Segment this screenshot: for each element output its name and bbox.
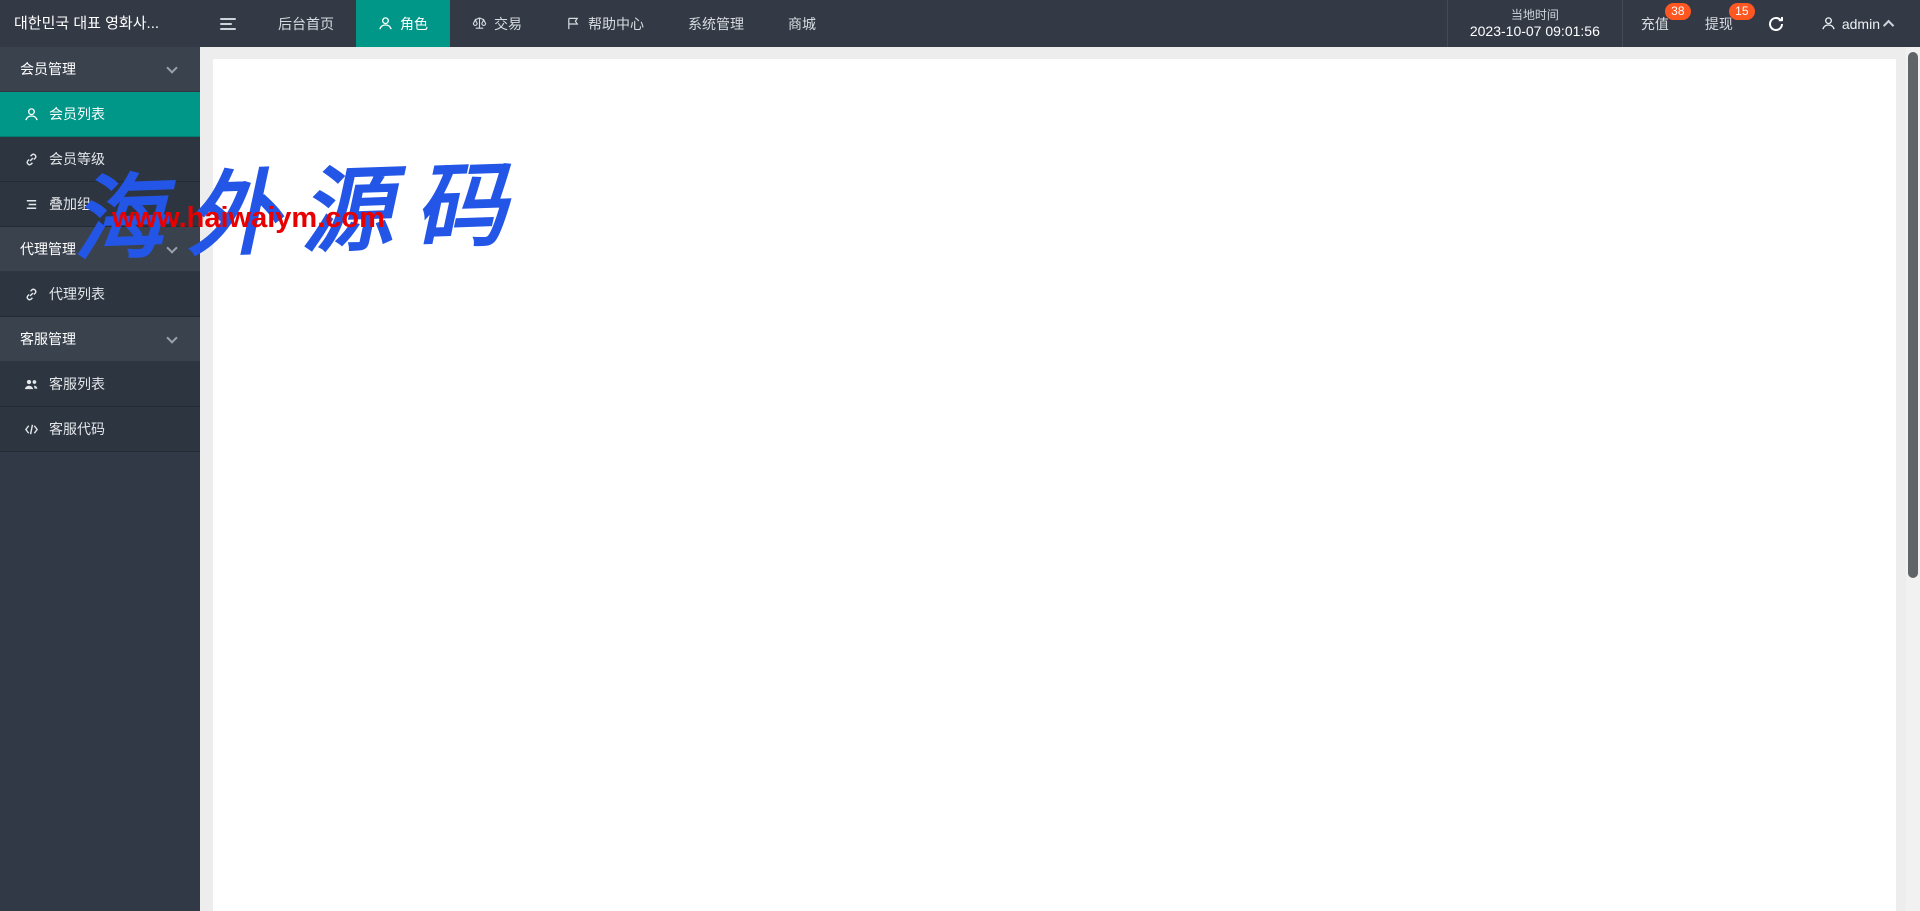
username: admin xyxy=(1842,16,1880,32)
chevron-down-icon xyxy=(166,242,177,253)
withdraw-link[interactable]: 提现 15 xyxy=(1687,0,1751,47)
link-icon xyxy=(24,152,39,167)
main-menu: 后台首页 角色 交易 帮助中心 系统管理 商城 xyxy=(256,0,838,47)
menu-item-system[interactable]: 系统管理 xyxy=(666,0,766,47)
refresh-button[interactable] xyxy=(1751,15,1801,33)
sidebar-item-service-list[interactable]: 客服列表 xyxy=(0,362,200,407)
list-icon xyxy=(24,197,39,212)
content-panel xyxy=(213,59,1896,911)
menu-item-role[interactable]: 角色 xyxy=(356,0,450,47)
menu-item-home[interactable]: 后台首页 xyxy=(256,0,356,47)
scrollbar-thumb[interactable] xyxy=(1908,52,1918,578)
link-icon xyxy=(24,287,39,302)
local-time-value: 2023-10-07 09:01:56 xyxy=(1470,23,1600,40)
recharge-link[interactable]: 充值 38 xyxy=(1623,0,1687,47)
person-icon xyxy=(378,16,393,31)
sidebar-item-agent-list[interactable]: 代理列表 xyxy=(0,272,200,317)
flag-icon xyxy=(566,16,581,31)
person-icon xyxy=(24,107,39,122)
admin-page: 대한민국 대표 영화사... 后台首页 角色 交易 帮助中心 系统管理 xyxy=(0,0,1920,911)
navbar-right: 当地时间 2023-10-07 09:01:56 充值 38 提现 15 adm… xyxy=(1447,0,1908,47)
chevron-down-icon xyxy=(166,62,177,73)
sidebar-group-service[interactable]: 客服管理 xyxy=(0,317,200,362)
local-time-label: 当地时间 xyxy=(1470,8,1600,23)
sidebar-item-service-code[interactable]: 客服代码 xyxy=(0,407,200,452)
chevron-down-icon xyxy=(166,332,177,343)
app-title: 대한민국 대표 영화사... xyxy=(0,0,200,47)
sidebar-item-stack-group[interactable]: 叠加组 xyxy=(0,182,200,227)
menu-item-help-center[interactable]: 帮助中心 xyxy=(544,0,666,47)
sidebar: 会员管理 会员列表 会员等级 叠加组 代理管理 代理列表 客服管理 xyxy=(0,47,200,911)
withdraw-badge: 15 xyxy=(1729,3,1755,20)
refresh-icon xyxy=(1767,15,1785,33)
vertical-scrollbar[interactable] xyxy=(1906,47,1920,911)
scales-icon xyxy=(472,16,487,31)
users-icon xyxy=(24,377,39,392)
code-icon xyxy=(24,422,39,437)
user-icon xyxy=(1821,16,1836,31)
sidebar-toggle-button[interactable] xyxy=(200,0,256,47)
user-dropdown[interactable]: admin xyxy=(1801,16,1908,32)
local-time: 当地时间 2023-10-07 09:01:56 xyxy=(1447,0,1623,47)
sidebar-group-member[interactable]: 会员管理 xyxy=(0,47,200,92)
sidebar-item-member-level[interactable]: 会员等级 xyxy=(0,137,200,182)
sidebar-item-member-list[interactable]: 会员列表 xyxy=(0,92,200,137)
top-navbar: 대한민국 대표 영화사... 后台首页 角色 交易 帮助中心 系统管理 xyxy=(0,0,1920,47)
menu-item-mall[interactable]: 商城 xyxy=(766,0,838,47)
chevron-up-icon xyxy=(1883,19,1894,30)
menu-item-trade[interactable]: 交易 xyxy=(450,0,544,47)
sidebar-group-agent[interactable]: 代理管理 xyxy=(0,227,200,272)
hamburger-icon xyxy=(220,15,236,33)
